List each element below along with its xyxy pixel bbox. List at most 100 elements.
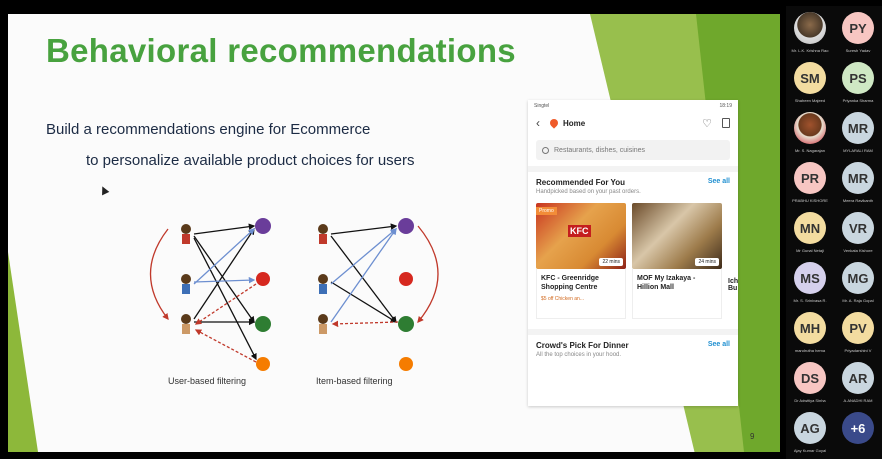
slide-number: 9 [750,432,755,441]
section-title: Recommended For You [536,178,626,187]
item-based-group [318,218,439,371]
participant-tile[interactable]: VR Venkata Kishore [834,206,882,262]
zoom-screen: Behavioral recommendations Build a recom… [0,0,882,459]
heart-icon: ♡ [702,117,712,130]
participant-tile[interactable]: AG Ajay Kumar Goyal [786,406,834,459]
participant-tile[interactable]: MG Mr. A. Raja Gopal [834,256,882,312]
see-all-link: See all [707,178,730,185]
participant-avatar [794,12,826,44]
participant-avatar: MS [794,262,826,294]
participants-panel[interactable]: Mr. L.K. Krishna Rao PY Suresh Yadav SM Shah… [786,6,882,459]
orders-icon [722,118,730,128]
participant-tile[interactable]: DS Dr Adwitiya Sinha [786,356,834,412]
participant-tile[interactable]: PR PRABHU KISHORE [786,156,834,212]
participant-tile[interactable]: MR Meera Ravikanth [834,156,882,212]
participant-name: Mr. A. Raja Gopal [842,298,874,303]
participant-avatar: PS [842,62,874,94]
participant-avatar: SM [794,62,826,94]
filtering-diagram: User-based filtering Item-based filterin… [128,204,458,394]
more-participants-button[interactable]: +6 [842,412,874,444]
card-body: MOF My Izakaya - Hillion Mall [632,269,722,319]
participant-name: Priyadarshini V [844,348,872,353]
participant-avatar: AG [794,412,826,444]
participant-avatar: PR [794,162,826,194]
delivery-time-badge: 24 mins [695,258,719,266]
participant-avatar: MR [842,162,874,194]
delivery-time-badge: 22 mins [599,258,623,266]
slide-bullet-1: Build a recommendations engine for Ecomm… [46,121,371,138]
restaurant-name: KFC - Greenridge Shopping Centre [541,275,599,291]
participant-name: Shaheen Majeed [794,98,826,103]
participant-tile[interactable]: SM Shaheen Majeed [786,56,834,112]
kfc-logo: KFC [568,225,591,237]
participant-name: Suresh Yadav [845,48,871,53]
promo-badge: Promo [536,207,557,215]
location-pin-icon [548,117,560,129]
participant-avatar: AR [842,362,874,394]
participant-tile[interactable]: MS Mr. S. Srinivasa R. [786,256,834,312]
participant-name: MYLARALI RAM [843,148,873,153]
presentation-slide: Behavioral recommendations Build a recom… [8,14,780,452]
restaurant-carousel: Promo KFC 22 mins KFC - Greenridge Shopp… [528,195,738,319]
participant-tile[interactable]: PY Suresh Yadav [834,6,882,62]
section-header: Recommended For You See all [528,172,738,187]
participant-name: mandrutha hema [794,348,826,353]
slide-decoration [8,252,38,452]
participant-tile[interactable]: PS Priyanka Sharma [834,56,882,112]
promo-text: $5 off Chicken an... [541,296,584,302]
participant-name: Meera Ravikanth [842,198,874,203]
filtering-diagram-graphic [149,218,439,371]
phone-status-bar: Singtel 18:19 [528,100,738,112]
participant-name: Mr. S. Srinivasa R. [793,298,827,303]
participant-avatar: MG [842,262,874,294]
search-icon [542,146,549,154]
participant-avatar [794,112,826,144]
participant-tile[interactable]: MR MYLARALI RAM [834,106,882,162]
user-based-label: User-based filtering [168,376,247,386]
participant-name: Venkata Kishore [843,248,873,253]
search-bar: Restaurants, dishes, cuisines [536,140,730,160]
participant-name: PRABHU KISHORE [792,198,828,203]
participant-name: Priyanka Sharma [842,98,874,103]
participant-avatar: VR [842,212,874,244]
card-body: KFC - Greenridge Shopping Centre $5 off … [536,269,626,319]
slide-title: Behavioral recommendations [46,32,516,69]
participant-name: Mr Gunal Netaji [796,248,824,253]
item-based-label: Item-based filtering [316,376,393,386]
restaurant-name: MOF My Izakaya - Hillion Mall [637,275,696,291]
participant-name: Mr. S. Nagarajan [794,148,825,153]
section-title: Crowd's Pick For Dinner [536,341,629,350]
partial-card-name: Ich Bu [728,278,738,292]
participant-tile[interactable]: AR A.ANADHI RAM [834,356,882,412]
mouse-cursor-icon [98,184,110,196]
user-based-group [149,218,271,371]
participant-tile[interactable]: MN Mr Gunal Netaji [786,206,834,262]
search-placeholder: Restaurants, dishes, cuisines [554,146,646,154]
restaurant-card: Promo KFC 22 mins KFC - Greenridge Shopp… [536,203,626,319]
participant-tile[interactable]: PV Priyadarshini V [834,306,882,362]
see-all-link: See all [707,341,730,348]
restaurant-image: Promo KFC 22 mins [536,203,626,269]
participant-name: Dr Adwitiya Sinha [794,398,826,403]
participant-avatar: MN [794,212,826,244]
participant-tile[interactable]: Mr. S. Nagarajan [786,106,834,162]
carrier-text: Singtel [534,103,550,109]
clock-text: 18:19 [719,103,732,109]
section-subtitle: Handpicked based on your past orders. [536,189,641,195]
participant-avatar: PV [842,312,874,344]
location-label: Home [563,118,586,128]
participant-tile[interactable]: Mr. L.K. Krishna Rao [786,6,834,62]
app-bar: ‹ Home ♡ [528,112,738,134]
app-screenshot: Singtel 18:19 ‹ Home ♡ Restaurants, dish… [528,100,738,406]
slide-bullet-2: to personalize available product choices… [86,152,415,169]
participant-tile[interactable]: +6 [834,406,882,459]
participant-name: Ajay Kumar Goyal [793,448,827,453]
participant-tile[interactable]: MH mandrutha hema [786,306,834,362]
restaurant-card: 24 mins MOF My Izakaya - Hillion Mall [632,203,722,319]
participant-name: Mr. L.K. Krishna Rao [791,48,829,53]
back-arrow-icon: ‹ [536,116,540,130]
section-subtitle: All the top choices in your hood. [536,352,622,358]
participant-avatar: MR [842,112,874,144]
section-header: Crowd's Pick For Dinner See all [528,335,738,350]
participant-avatar: PY [842,12,874,44]
